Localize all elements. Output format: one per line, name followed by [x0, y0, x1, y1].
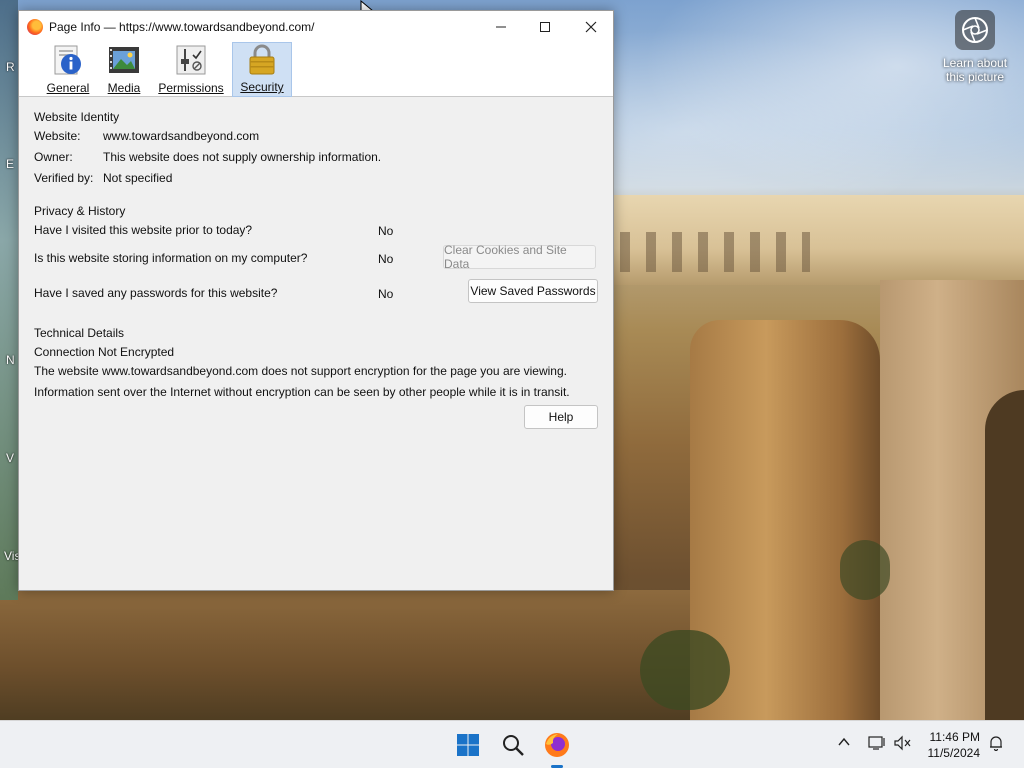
maximize-icon [540, 21, 550, 32]
page-info-toolbar: General Media Permissions Security [19, 42, 613, 97]
storing-question: Is this website storing information on m… [34, 251, 308, 265]
visited-answer: No [378, 224, 394, 238]
technical-details-heading: Technical Details [34, 326, 125, 340]
close-icon [585, 21, 597, 32]
clock-date: 11/5/2024 [927, 746, 981, 760]
passwords-answer: No [378, 287, 394, 301]
website-label: Website: [34, 129, 81, 143]
search-icon[interactable] [497, 729, 529, 761]
info-icon [51, 43, 85, 77]
tab-permissions[interactable]: Permissions [155, 42, 227, 97]
desktop-icon-label[interactable]: V [6, 451, 14, 465]
desktop-icon-label[interactable]: E [6, 157, 14, 171]
maximize-button[interactable] [522, 11, 568, 42]
wallpaper-shrub [640, 630, 730, 710]
title-bar[interactable]: Page Info — https://www.towardsandbeyond… [19, 11, 613, 42]
page-info-window: Page Info — https://www.towardsandbeyond… [18, 10, 614, 591]
tab-media-label: Media [107, 81, 141, 95]
tab-media[interactable]: Media [103, 42, 145, 97]
firefox-icon [27, 18, 43, 35]
view-saved-passwords-button[interactable]: View Saved Passwords [468, 279, 598, 303]
chevron-up-icon[interactable] [837, 735, 851, 752]
visited-question: Have I visited this website prior to tod… [34, 223, 253, 237]
permissions-icon [174, 43, 208, 77]
owner-value: This website does not supply ownership i… [103, 150, 382, 164]
windows-start-icon[interactable] [452, 729, 484, 761]
clear-cookies-button[interactable]: Clear Cookies and Site Data [443, 243, 596, 271]
privacy-history-heading: Privacy & History [34, 204, 126, 218]
storing-answer: No [378, 252, 394, 266]
wallpaper-shrub [840, 540, 890, 600]
tab-security-label: Security [240, 80, 284, 94]
desktop-icons-strip [0, 0, 18, 600]
passwords-question: Have I saved any passwords for this webs… [34, 286, 278, 300]
window-title: Page Info — https://www.towardsandbeyond… [49, 19, 315, 34]
security-panel: Website Identity Website: www.towardsand… [19, 97, 613, 591]
tab-general-label: General [46, 81, 90, 95]
tab-permissions-label: Permissions [158, 81, 224, 95]
desktop-icon-label[interactable]: N [6, 353, 15, 367]
firefox-icon[interactable] [541, 729, 573, 761]
learn-about-picture[interactable]: Learn about this picture [938, 10, 1012, 84]
clock-time: 11:46 PM [929, 730, 980, 744]
minimize-button[interactable] [478, 11, 524, 42]
system-clock[interactable]: 11:46 PM 11/5/2024 [928, 729, 981, 761]
website-value: www.towardsandbeyond.com [103, 129, 260, 143]
encryption-detail-line1: The website www.towardsandbeyond.com doe… [34, 364, 567, 378]
tab-general[interactable]: General [43, 42, 93, 97]
minimize-icon [496, 26, 506, 27]
connection-status: Connection Not Encrypted [34, 345, 175, 359]
camera-icon [955, 10, 995, 50]
tab-security[interactable]: Security [232, 42, 292, 97]
network-icon[interactable] [868, 735, 886, 754]
learn-about-label: Learn about this picture [942, 56, 1008, 84]
verified-by-label: Verified by: [34, 171, 94, 185]
website-identity-heading: Website Identity [34, 110, 120, 124]
volume-muted-icon[interactable] [894, 735, 912, 754]
desktop-icon-label[interactable]: R [6, 60, 15, 74]
media-icon [107, 43, 141, 77]
close-button[interactable] [568, 11, 614, 42]
taskbar: 11:46 PM 11/5/2024 [0, 720, 1024, 768]
verified-by-value: Not specified [103, 171, 173, 185]
notification-bell-icon[interactable] [988, 735, 1004, 754]
wallpaper-bridge-arch [985, 390, 1024, 720]
padlock-icon [245, 42, 279, 76]
encryption-detail-line2: Information sent over the Internet witho… [34, 385, 570, 399]
wallpaper-town-windows [620, 232, 810, 272]
owner-label: Owner: [34, 150, 73, 164]
help-button[interactable]: Help [524, 405, 598, 429]
